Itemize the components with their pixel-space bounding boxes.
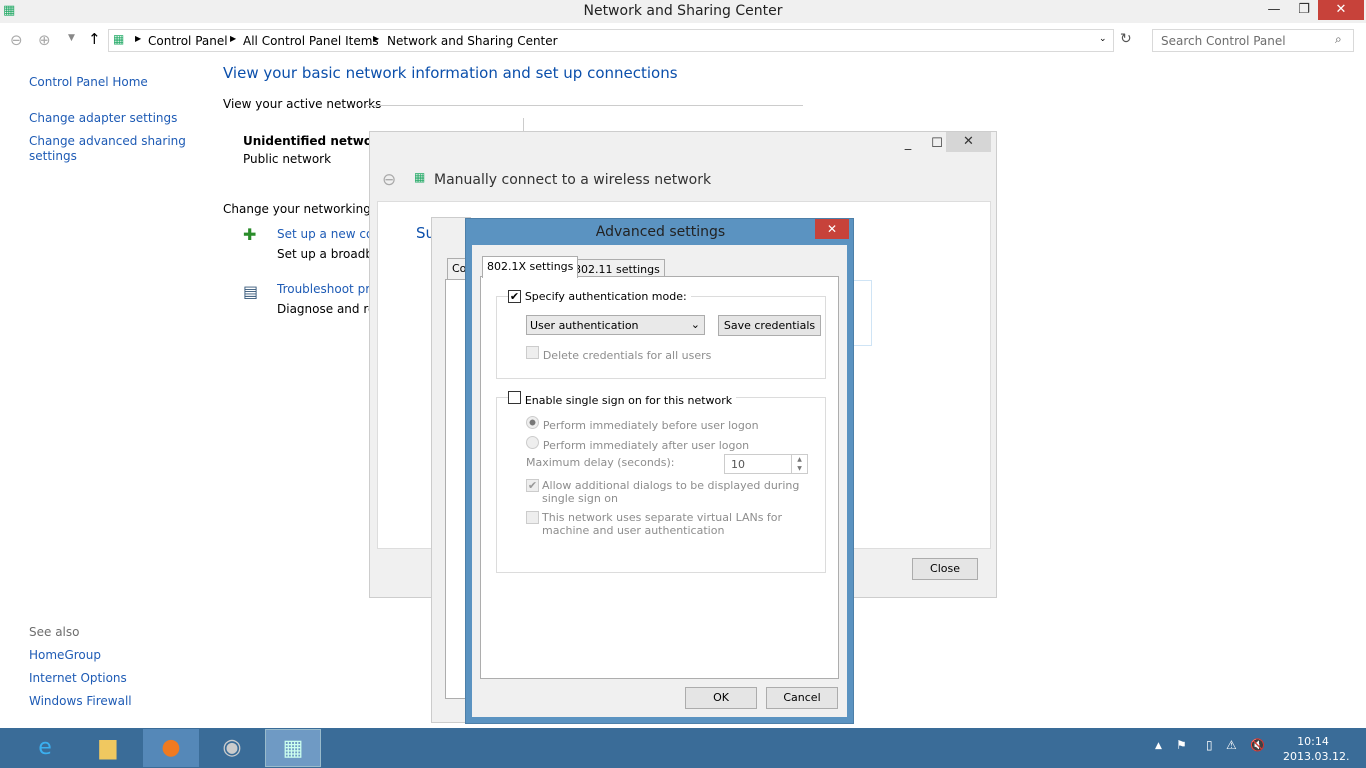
link-internet-options[interactable]: Internet Options [29,671,127,685]
show-hidden-icons[interactable]: ▲ [1155,741,1162,751]
ok-button[interactable]: OK [685,687,757,709]
dialog-title: Advanced settings [595,224,726,240]
sidebar-item-adapter[interactable]: Change adapter settings [29,111,177,125]
window-title: Network and Sharing Center [583,3,783,19]
page-title: View your basic network information and … [223,64,678,82]
address-field[interactable]: ▦ ▶ Control Panel ▶ All Control Panel It… [108,29,1114,52]
advanced-settings-dialog: Advanced settings ✕ 802.1X settings 802.… [465,218,854,724]
max-delay-value: 10 [731,458,745,471]
breadcrumb-network-center[interactable]: Network and Sharing Center [387,34,558,48]
delete-credentials-label: Delete credentials for all users [542,349,712,362]
task-new-connection[interactable]: Set up a new conn [277,227,369,241]
sso-checkbox[interactable]: Enable single sign on for this network [508,391,737,407]
file-explorer-icon[interactable]: ▆ [83,729,133,767]
taskbar: e ▆ ● ◉ ▦ ▲ ⚑ ▯ ⚠ 🔇 10:14 2013.03.12. [0,728,1366,768]
volume-muted-icon[interactable]: 🔇 [1250,738,1265,752]
dialog-body: 802.1X settings 802.11 settings ✔ Specif… [472,245,847,717]
before-logon-label: Perform immediately before user logon [542,419,759,432]
close-button[interactable]: ✕ [946,132,991,152]
date: 2013.03.12. [1283,750,1350,763]
specify-auth-checkbox[interactable]: ✔ Specify authentication mode: [508,289,691,303]
new-connection-icon: ✚ [243,225,257,244]
close-button[interactable]: ✕ [815,219,849,239]
clock[interactable]: 10:14 2013.03.12. [1283,734,1350,764]
before-logon-radio[interactable]: Perform immediately before user logon [526,416,759,432]
breadcrumb-sep-icon: ▶ [373,34,380,43]
up-icon[interactable]: ↑ [88,30,101,48]
firefox-icon[interactable]: ● [143,729,199,767]
tab-8021x[interactable]: 802.1X settings [482,256,579,278]
auth-mode-value: User authentication [530,319,639,332]
divider [523,118,524,132]
cancel-button[interactable]: Cancel [766,687,838,709]
search-placeholder: Search Control Panel [1161,34,1286,48]
back-icon[interactable]: ⊖ [382,170,396,190]
minimize-button[interactable]: _ [894,134,922,154]
minimize-button[interactable]: — [1260,0,1288,20]
refresh-icon[interactable]: ↻ [1120,31,1132,47]
dropdown-chevron-icon[interactable]: ⌄ [1099,34,1107,44]
after-logon-label: Perform immediately after user logon [542,439,750,452]
sso-label: Enable single sign on for this network [524,394,733,407]
max-delay-label: Maximum delay (seconds): [526,456,675,469]
network-name: Unidentified network [243,134,386,148]
active-networks-label: View your active networks [223,97,382,111]
breadcrumb-all-items[interactable]: All Control Panel Items [243,34,379,48]
link-windows-firewall[interactable]: Windows Firewall [29,694,132,708]
gimp-icon[interactable]: ◉ [207,729,257,767]
allow-dialogs-label: Allow additional dialogs to be displayed… [542,479,800,505]
close-dialog-button[interactable]: Close [912,558,978,580]
address-bar-row: ⊖ ⊕ ▼ ↑ ▦ ▶ Control Panel ▶ All Control … [0,29,1366,53]
breadcrumb-sep-icon: ▶ [135,34,142,43]
time: 10:14 [1297,735,1329,748]
dialog-title: Manually connect to a wireless network [434,172,712,188]
battery-icon[interactable]: ▯ [1206,738,1213,752]
auth-group [496,296,826,379]
action-center-icon[interactable]: ⚑ [1176,738,1187,752]
save-credentials-button[interactable]: Save credentials [718,315,821,336]
back-icon[interactable]: ⊖ [10,31,23,49]
internet-explorer-icon[interactable]: e [20,729,70,767]
spinner-arrows-icon[interactable]: ▲ ▼ [791,455,807,473]
task-troubleshoot[interactable]: Troubleshoot pro [277,282,369,296]
title-bar: ▦ Network and Sharing Center — ❐ ✕ [0,0,1366,23]
sidebar-item-home[interactable]: Control Panel Home [29,75,148,89]
restore-button[interactable]: ❐ [1290,0,1318,20]
task-new-connection-desc: Set up a broadbar [277,247,369,261]
search-input[interactable]: Search Control Panel ⌕ [1152,29,1354,52]
network-type[interactable]: Public network [243,152,331,166]
network-warning-icon[interactable]: ⚠ [1226,738,1237,752]
chevron-down-icon: ⌄ [690,318,700,331]
breadcrumb-sep-icon: ▶ [230,34,237,43]
link-homegroup[interactable]: HomeGroup [29,648,101,662]
see-also-label: See also [29,625,80,639]
delete-credentials-checkbox[interactable]: Delete credentials for all users [526,346,711,362]
after-logon-radio[interactable]: Perform immediately after user logon [526,436,749,452]
control-panel-icon[interactable]: ▦ [265,729,321,767]
forward-icon[interactable]: ⊕ [38,31,51,49]
recent-chevron-icon[interactable]: ▼ [68,33,75,43]
separate-vlans-label: This network uses separate virtual LANs … [542,511,783,537]
max-delay-stepper[interactable]: 10 ▲ ▼ [724,454,808,474]
divider [367,105,803,106]
breadcrumb-control-panel[interactable]: Control Panel [148,34,228,48]
wireless-icon: ▦ [414,170,426,184]
specify-auth-label: Specify authentication mode: [524,290,687,303]
sidebar-item-sharing[interactable]: Change advanced sharing settings [29,134,189,164]
troubleshoot-icon: ▤ [243,282,259,301]
search-icon[interactable]: ⌕ [1335,32,1342,47]
tab-page: ✔ Specify authentication mode: User auth… [480,276,839,679]
task-troubleshoot-desc: Diagnose and rep [277,302,369,316]
control-panel-icon: ▦ [113,32,125,46]
close-button[interactable]: ✕ [1318,0,1364,20]
auth-mode-select[interactable]: User authentication ⌄ [526,315,705,335]
change-settings-label: Change your networking se [223,202,369,216]
